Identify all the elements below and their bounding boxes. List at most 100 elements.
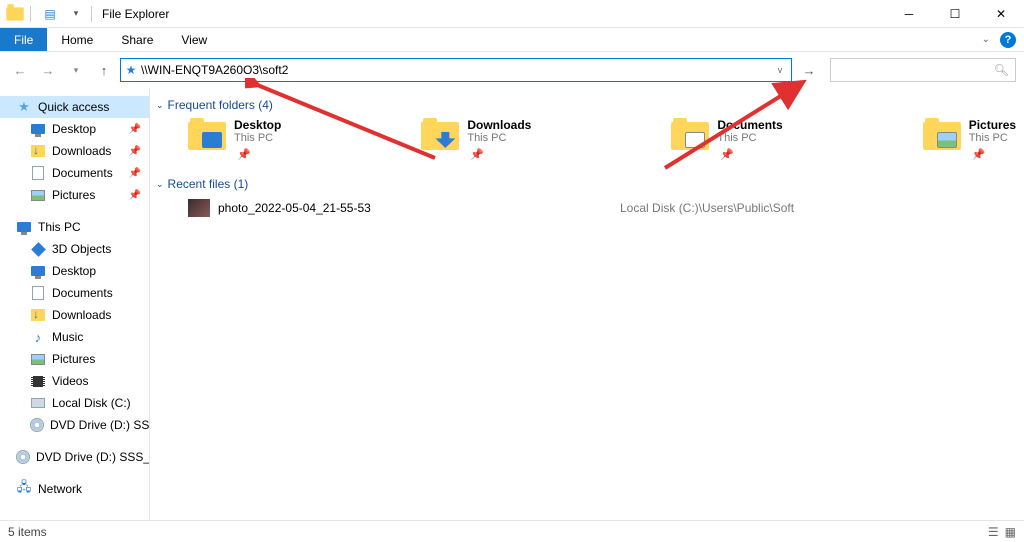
sidebar-item-pictures-pc[interactable]: Pictures	[0, 348, 149, 370]
network-icon: 🖧	[16, 481, 32, 497]
sidebar-item-desktop[interactable]: Desktop 📌	[0, 118, 149, 140]
pin-icon: 📌	[720, 148, 782, 161]
address-input[interactable]	[141, 59, 769, 81]
section-recent-files[interactable]: ⌄ Recent files (1)	[154, 175, 1020, 197]
pin-icon: 📌	[129, 168, 141, 179]
sidebar-item-dvd-drive-2[interactable]: DVD Drive (D:) SSS_X64FRE…	[0, 446, 149, 468]
tab-file[interactable]: File	[0, 28, 47, 51]
sidebar-item-downloads[interactable]: Downloads 📌	[0, 140, 149, 162]
sidebar-label: Network	[38, 482, 82, 496]
sidebar-label: Documents	[52, 166, 113, 180]
help-icon[interactable]: ?	[1000, 32, 1016, 48]
status-item-count: 5 items	[8, 525, 47, 539]
folder-location: This PC	[969, 132, 1016, 144]
sidebar-label: 3D Objects	[52, 242, 111, 256]
sidebar-item-local-disk[interactable]: Local Disk (C:)	[0, 392, 149, 414]
recent-locations-button[interactable]: ▾	[64, 58, 88, 82]
sidebar-label: This PC	[38, 220, 81, 234]
app-icon	[4, 3, 26, 25]
up-button[interactable]: ↑	[92, 58, 116, 82]
back-button[interactable]: ←	[8, 58, 32, 82]
tab-view[interactable]: View	[167, 28, 221, 51]
disc-icon	[16, 449, 30, 465]
sidebar-label: Pictures	[52, 188, 95, 202]
pictures-icon	[30, 351, 46, 367]
sidebar-label: DVD Drive (D:) SSS_X…	[50, 418, 150, 432]
status-bar: 5 items ☰ ▦	[0, 520, 1024, 542]
sidebar-item-documents[interactable]: Documents 📌	[0, 162, 149, 184]
sidebar-item-dvd-drive[interactable]: DVD Drive (D:) SSS_X…	[0, 414, 149, 436]
maximize-button[interactable]: ☐	[932, 0, 978, 28]
folder-location: This PC	[717, 132, 782, 144]
address-bar[interactable]: ★ v	[120, 58, 792, 82]
navigation-row: ← → ▾ ↑ ★ v → 🔍︎	[0, 52, 1024, 88]
sidebar-item-network[interactable]: 🖧 Network	[0, 478, 149, 500]
ribbon-tabs: File Home Share View ⌄ ?	[0, 28, 1024, 52]
go-button[interactable]: →	[796, 58, 822, 82]
search-icon: 🔍︎	[994, 63, 1009, 77]
sidebar-item-documents-pc[interactable]: Documents	[0, 282, 149, 304]
recent-file-row[interactable]: photo_2022-05-04_21-55-53 Local Disk (C:…	[154, 197, 1020, 219]
recent-file-path: Local Disk (C:)\Users\Public\Soft	[620, 201, 794, 215]
sidebar-item-this-pc[interactable]: This PC	[0, 216, 149, 238]
sidebar-label: Downloads	[52, 144, 111, 158]
close-button[interactable]: ✕	[978, 0, 1024, 28]
address-dropdown-icon[interactable]: v	[769, 65, 791, 75]
tiles-view-button[interactable]: ▦	[1005, 525, 1016, 539]
recent-file-name: photo_2022-05-04_21-55-53	[218, 201, 371, 215]
chevron-down-icon: ⌄	[156, 179, 164, 190]
sidebar-label: Documents	[52, 286, 113, 300]
sidebar-label: Local Disk (C:)	[52, 396, 131, 410]
tab-home[interactable]: Home	[47, 28, 107, 51]
minimize-button[interactable]: ─	[886, 0, 932, 28]
navigation-pane[interactable]: ★ Quick access Desktop 📌 Downloads 📌 Doc…	[0, 88, 150, 520]
sidebar-item-desktop-pc[interactable]: Desktop	[0, 260, 149, 282]
quick-access-star-icon: ★	[121, 63, 141, 77]
downloads-icon	[30, 143, 46, 159]
search-box[interactable]: 🔍︎	[830, 58, 1016, 82]
sidebar-label: Quick access	[38, 100, 109, 114]
sidebar-label: Desktop	[52, 122, 96, 136]
window-title: File Explorer	[102, 7, 169, 21]
pin-icon: 📌	[129, 124, 141, 135]
sidebar-label: Downloads	[52, 308, 111, 322]
folder-name: Downloads	[467, 118, 531, 132]
desktop-icon	[30, 263, 46, 279]
qat-dropdown-icon[interactable]: ▾	[65, 3, 87, 25]
details-view-button[interactable]: ☰	[988, 525, 999, 539]
documents-icon	[30, 285, 46, 301]
title-bar: ▤ ▾ File Explorer ─ ☐ ✕	[0, 0, 1024, 28]
sidebar-item-pictures[interactable]: Pictures 📌	[0, 184, 149, 206]
folder-tile-downloads[interactable]: Downloads This PC 📌	[421, 118, 531, 161]
folder-tile-pictures[interactable]: Pictures This PC 📌	[923, 118, 1016, 161]
forward-button[interactable]: →	[36, 58, 60, 82]
sidebar-item-downloads-pc[interactable]: Downloads	[0, 304, 149, 326]
sidebar-label: Videos	[52, 374, 88, 388]
content-pane[interactable]: ⌄ Frequent folders (4) Desktop This PC 📌	[150, 88, 1024, 520]
music-icon: ♪	[30, 329, 46, 345]
folder-name: Desktop	[234, 118, 281, 132]
section-title: Frequent folders (4)	[168, 98, 273, 112]
sidebar-item-music[interactable]: ♪ Music	[0, 326, 149, 348]
section-frequent-folders[interactable]: ⌄ Frequent folders (4)	[154, 96, 1020, 118]
documents-icon	[30, 165, 46, 181]
videos-icon	[30, 373, 46, 389]
pin-icon: 📌	[470, 148, 531, 161]
ribbon-expand-icon[interactable]: ⌄	[982, 34, 990, 45]
sidebar-label: Desktop	[52, 264, 96, 278]
tab-share[interactable]: Share	[107, 28, 167, 51]
qat-properties-icon[interactable]: ▤	[39, 3, 61, 25]
folder-tile-desktop[interactable]: Desktop This PC 📌	[188, 118, 281, 161]
pin-icon: 📌	[972, 148, 1016, 161]
folder-tile-documents[interactable]: Documents This PC 📌	[671, 118, 782, 161]
this-pc-icon	[16, 219, 32, 235]
drive-icon	[30, 395, 46, 411]
pictures-icon	[30, 187, 46, 203]
folder-location: This PC	[467, 132, 531, 144]
folder-icon	[421, 118, 461, 154]
sidebar-item-3d-objects[interactable]: 3D Objects	[0, 238, 149, 260]
image-thumbnail-icon	[188, 199, 210, 217]
folder-name: Documents	[717, 118, 782, 132]
sidebar-item-videos[interactable]: Videos	[0, 370, 149, 392]
sidebar-item-quick-access[interactable]: ★ Quick access	[0, 96, 149, 118]
